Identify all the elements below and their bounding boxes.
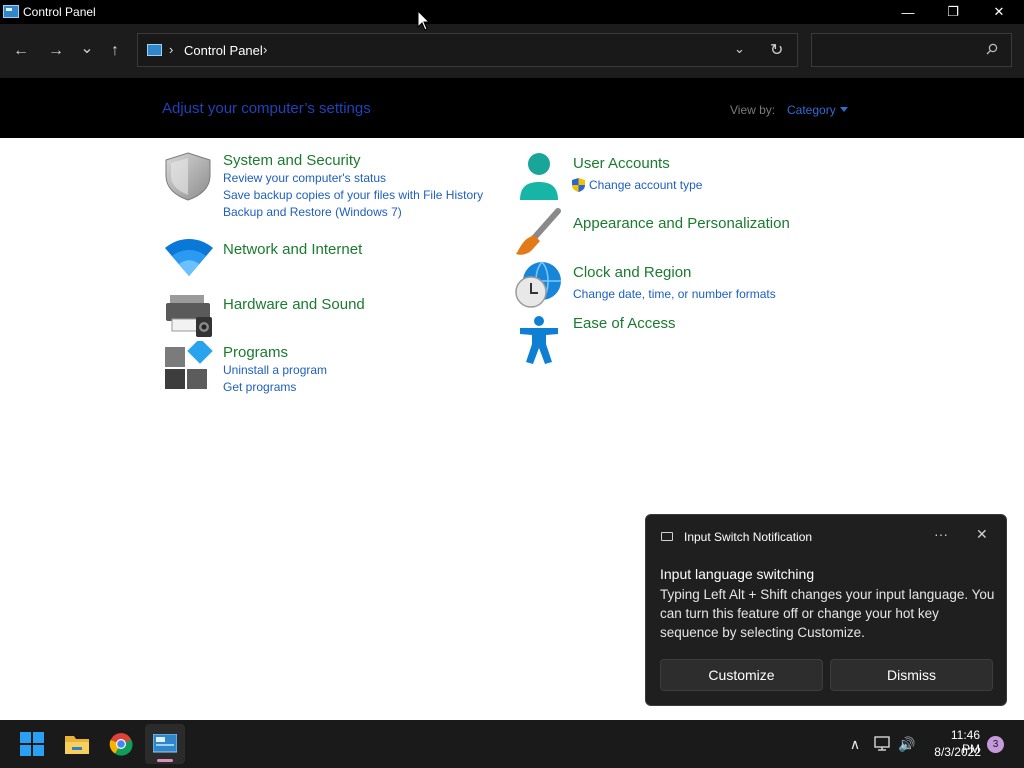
close-button[interactable]: ✕	[976, 0, 1022, 24]
accessibility-icon[interactable]	[514, 316, 564, 366]
search-box[interactable]	[811, 33, 1012, 67]
category-title-programs[interactable]: Programs	[223, 344, 288, 361]
shield-icon[interactable]	[164, 152, 214, 202]
category-system-security: System and Security Review your computer…	[164, 152, 494, 232]
windows-start-icon[interactable]	[20, 732, 44, 756]
caret-down-icon[interactable]	[839, 107, 848, 112]
link-file-history[interactable]: Save backup copies of your files with Fi…	[223, 188, 483, 202]
control-panel-icon	[3, 5, 19, 18]
brush-icon[interactable]	[514, 208, 564, 258]
view-by-value[interactable]: Category	[787, 103, 836, 117]
breadcrumb-control-panel[interactable]: Control Panel	[184, 43, 263, 58]
customize-button[interactable]: Customize	[660, 659, 823, 691]
view-by-dropdown[interactable]: Category	[787, 103, 848, 117]
notification-close-button[interactable]: ✕	[976, 526, 988, 543]
search-input[interactable]	[820, 42, 980, 60]
search-icon[interactable]	[986, 43, 998, 55]
more-options-button[interactable]: ···	[934, 526, 948, 542]
category-programs: Programs Uninstall a program Get program…	[164, 341, 464, 401]
volume-icon[interactable]: 🔊	[897, 734, 917, 754]
category-title-hardware-sound[interactable]: Hardware and Sound	[223, 296, 365, 313]
programs-icon[interactable]	[164, 341, 214, 391]
control-panel-icon	[147, 44, 162, 56]
forward-button[interactable]: →	[44, 39, 68, 63]
link-get-programs[interactable]: Get programs	[223, 380, 296, 394]
notification-count-badge[interactable]: 3	[987, 736, 1004, 753]
back-button[interactable]: ←	[9, 39, 33, 63]
user-icon[interactable]	[514, 152, 564, 202]
notification-app-name: Input Switch Notification	[684, 530, 813, 544]
minimize-button[interactable]: —	[885, 0, 931, 24]
view-by-label: View by:	[730, 103, 776, 117]
category-hardware-sound: Hardware and Sound	[164, 293, 464, 337]
link-change-account-type[interactable]: Change account type	[589, 178, 702, 192]
link-uninstall-program[interactable]: Uninstall a program	[223, 363, 327, 377]
mouse-cursor-icon	[417, 10, 431, 31]
link-change-date-time-formats[interactable]: Change date, time, or number formats	[573, 287, 776, 301]
clock-globe-icon[interactable]	[514, 261, 564, 311]
notification-title: Input language switching	[660, 566, 815, 582]
category-clock-region: Clock and Region Change date, time, or n…	[514, 261, 834, 308]
link-review-status[interactable]: Review your computer's status	[223, 171, 386, 185]
page-header: Adjust your computer’s settings View by:…	[0, 78, 1024, 138]
up-button[interactable]: ↑	[103, 39, 127, 63]
category-title-appearance-personalization[interactable]: Appearance and Personalization	[573, 215, 790, 232]
category-network-internet: Network and Internet	[164, 238, 464, 278]
breadcrumb-chevron-icon[interactable]: ›	[263, 42, 267, 57]
navigation-bar: ← → ⌄ ↑ › Control Panel › ⌄ ↻	[0, 24, 1024, 78]
keyboard-icon	[661, 532, 673, 541]
network-status-icon[interactable]	[873, 734, 893, 754]
title-bar: Control Panel — ❐ ✕	[0, 0, 1024, 24]
taskbar-control-panel[interactable]	[145, 724, 185, 764]
category-appearance-personalization: Appearance and Personalization	[514, 208, 834, 255]
category-title-clock-region[interactable]: Clock and Region	[573, 264, 691, 281]
window-title: Control Panel	[23, 5, 96, 19]
control-panel-icon[interactable]	[153, 734, 177, 754]
category-title-network-internet[interactable]: Network and Internet	[223, 241, 362, 258]
dismiss-button[interactable]: Dismiss	[830, 659, 993, 691]
printer-icon[interactable]	[164, 293, 214, 343]
taskbar-file-explorer[interactable]	[57, 724, 97, 764]
show-hidden-icons-button[interactable]: ∧	[845, 734, 865, 754]
start-button[interactable]	[12, 724, 52, 764]
network-icon[interactable]	[164, 238, 214, 288]
refresh-icon[interactable]: ↻	[770, 40, 783, 60]
taskbar: ∧ 🔊 11:46 PM 8/3/2022	[0, 720, 1024, 768]
clock-date[interactable]: 8/3/2022	[927, 745, 981, 759]
notification-body: Typing Left Alt + Shift changes your inp…	[660, 587, 995, 640]
category-ease-of-access: Ease of Access	[514, 315, 814, 366]
category-user-accounts: User Accounts Change account type	[514, 152, 814, 202]
taskbar-chrome[interactable]	[101, 724, 141, 764]
chrome-icon[interactable]	[109, 732, 133, 756]
input-switch-notification: Input Switch Notification ··· ✕ Input la…	[645, 514, 1007, 706]
category-title-system-security[interactable]: System and Security	[223, 152, 361, 169]
category-title-ease-of-access[interactable]: Ease of Access	[573, 315, 676, 332]
link-backup-restore[interactable]: Backup and Restore (Windows 7)	[223, 205, 402, 219]
recent-locations-button[interactable]: ⌄	[75, 36, 99, 60]
restore-button[interactable]: ❐	[930, 0, 976, 24]
category-title-user-accounts[interactable]: User Accounts	[573, 155, 670, 172]
uac-shield-icon	[572, 178, 585, 192]
breadcrumb-chevron-icon[interactable]: ›	[169, 42, 173, 57]
page-title: Adjust your computer’s settings	[162, 100, 371, 117]
address-bar[interactable]: › Control Panel › ⌄ ↻	[137, 33, 798, 67]
file-explorer-icon[interactable]	[64, 733, 90, 755]
address-dropdown-icon[interactable]: ⌄	[734, 41, 745, 57]
